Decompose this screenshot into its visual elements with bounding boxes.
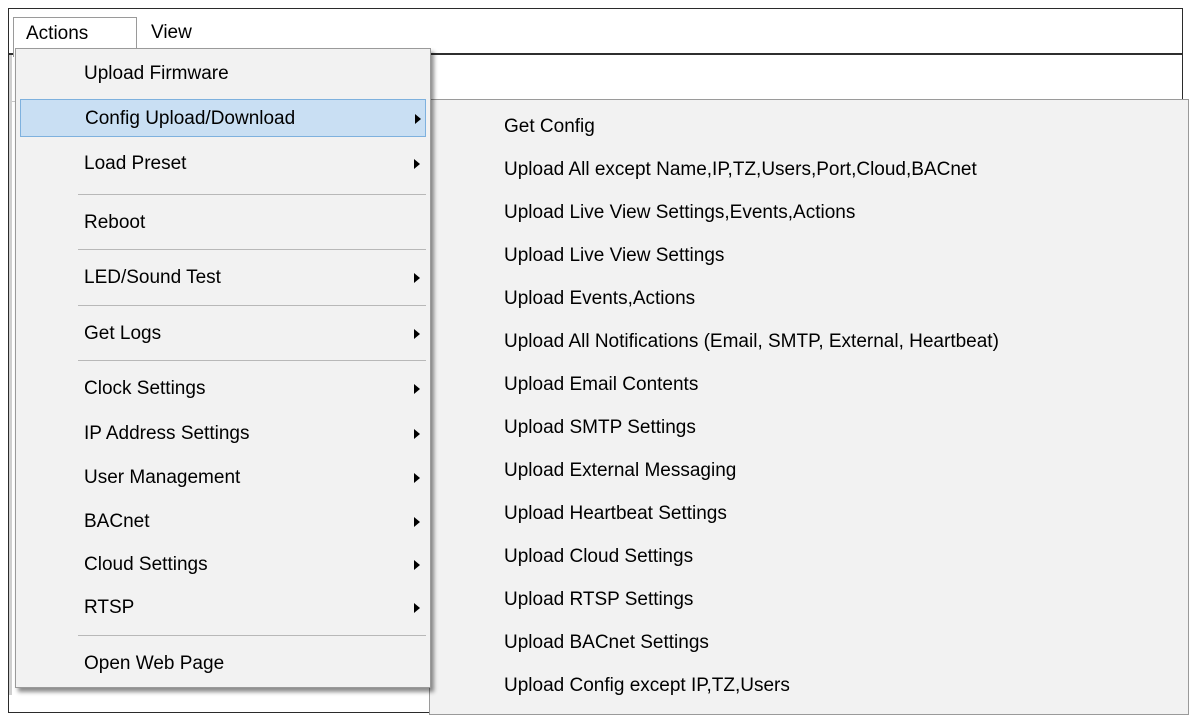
menu-item-reboot[interactable]: Reboot [20, 204, 426, 242]
submenu-item-label: Upload Heartbeat Settings [504, 503, 727, 524]
submenu-item-label: Upload Events,Actions [504, 288, 696, 309]
menu-item-label: Open Web Page [84, 653, 225, 674]
submenu-arrow-icon [414, 517, 420, 527]
submenu-item-upload-email-contents[interactable]: Upload Email Contents [432, 364, 1172, 405]
menu-item-cloud-settings[interactable]: Cloud Settings [20, 546, 426, 584]
menu-item-label: Clock Settings [84, 378, 206, 399]
submenu-item-upload-config-except[interactable]: Upload Config except IP,TZ,Users [432, 665, 1172, 706]
submenu-item-label: Upload Cloud Settings [504, 546, 694, 567]
submenu-item-label: Upload Live View Settings [504, 245, 725, 266]
submenu-item-upload-smtp-settings[interactable]: Upload SMTP Settings [432, 407, 1172, 448]
submenu-item-upload-bacnet-settings[interactable]: Upload BACnet Settings [432, 622, 1172, 663]
submenu-arrow-icon [414, 159, 420, 169]
submenu-item-upload-external-messaging[interactable]: Upload External Messaging [432, 450, 1172, 491]
submenu-item-upload-rtsp-settings[interactable]: Upload RTSP Settings [432, 579, 1172, 620]
submenu-item-upload-all-except[interactable]: Upload All except Name,IP,TZ,Users,Port,… [432, 149, 1172, 190]
menu-item-ip-address-settings[interactable]: IP Address Settings [20, 415, 426, 453]
menu-item-clock-settings[interactable]: Clock Settings [20, 370, 426, 408]
menu-item-load-preset[interactable]: Load Preset [20, 145, 426, 183]
menu-separator [78, 635, 426, 636]
menu-separator [78, 194, 426, 195]
submenu-item-get-config[interactable]: Get Config [432, 106, 1172, 147]
menu-item-label: RTSP [84, 597, 135, 618]
menu-item-open-web-page[interactable]: Open Web Page [20, 645, 426, 683]
submenu-arrow-icon [414, 603, 420, 613]
menu-item-label: Reboot [84, 212, 146, 233]
menu-separator [78, 360, 426, 361]
menu-item-label: LED/Sound Test [84, 267, 221, 288]
submenu-arrow-icon [414, 429, 420, 439]
submenu-item-label: Upload Live View Settings,Events,Actions [504, 202, 856, 223]
menu-item-rtsp[interactable]: RTSP [20, 589, 426, 627]
submenu-item-label: Get Config [504, 116, 595, 137]
submenu-item-label: Upload External Messaging [504, 460, 737, 481]
menu-item-label: Load Preset [84, 153, 187, 174]
submenu-item-label: Upload SMTP Settings [504, 417, 696, 438]
submenu-item-upload-heartbeat-settings[interactable]: Upload Heartbeat Settings [432, 493, 1172, 534]
menu-item-get-logs[interactable]: Get Logs [20, 315, 426, 353]
submenu-arrow-icon [415, 114, 421, 124]
menu-separator [78, 305, 426, 306]
menu-item-config-upload-download[interactable]: Config Upload/Download [20, 99, 426, 137]
submenu-item-label: Upload RTSP Settings [504, 589, 694, 610]
submenu-arrow-icon [414, 273, 420, 283]
menu-item-label: Get Logs [84, 323, 162, 344]
submenu-arrow-icon [414, 473, 420, 483]
submenu-item-upload-events-actions[interactable]: Upload Events,Actions [432, 278, 1172, 319]
submenu-item-label: Upload BACnet Settings [504, 632, 709, 653]
menu-separator [78, 249, 426, 250]
submenu-arrow-icon [414, 384, 420, 394]
menu-item-bacnet[interactable]: BACnet [20, 503, 426, 541]
menu-item-label: Config Upload/Download [85, 108, 296, 129]
submenu-item-label: Upload Email Contents [504, 374, 699, 395]
submenu-item-upload-live-view-settings[interactable]: Upload Live View Settings [432, 235, 1172, 276]
menu-item-upload-firmware[interactable]: Upload Firmware [20, 55, 426, 93]
submenu-arrow-icon [414, 329, 420, 339]
actions-menu: Upload Firmware Config Upload/Download L… [15, 48, 431, 688]
menu-item-label: BACnet [84, 511, 150, 532]
submenu-item-label: Upload All Notifications (Email, SMTP, E… [504, 331, 999, 352]
menu-item-label: Upload Firmware [84, 63, 229, 84]
submenu-item-upload-live-view-events-actions[interactable]: Upload Live View Settings,Events,Actions [432, 192, 1172, 233]
config-upload-download-submenu: Get Config Upload All except Name,IP,TZ,… [429, 99, 1189, 715]
menu-item-user-management[interactable]: User Management [20, 459, 426, 497]
submenu-arrow-icon [414, 560, 420, 570]
menu-item-label: User Management [84, 467, 241, 488]
menu-item-led-sound-test[interactable]: LED/Sound Test [20, 259, 426, 297]
submenu-item-label: Upload All except Name,IP,TZ,Users,Port,… [504, 159, 977, 180]
submenu-item-label: Upload Config except IP,TZ,Users [504, 675, 790, 696]
window-left-edge [9, 55, 12, 695]
submenu-item-upload-all-notifications[interactable]: Upload All Notifications (Email, SMTP, E… [432, 321, 1172, 362]
menu-item-label: Cloud Settings [84, 554, 208, 575]
menu-item-label: IP Address Settings [84, 423, 250, 444]
submenu-item-upload-cloud-settings[interactable]: Upload Cloud Settings [432, 536, 1172, 577]
